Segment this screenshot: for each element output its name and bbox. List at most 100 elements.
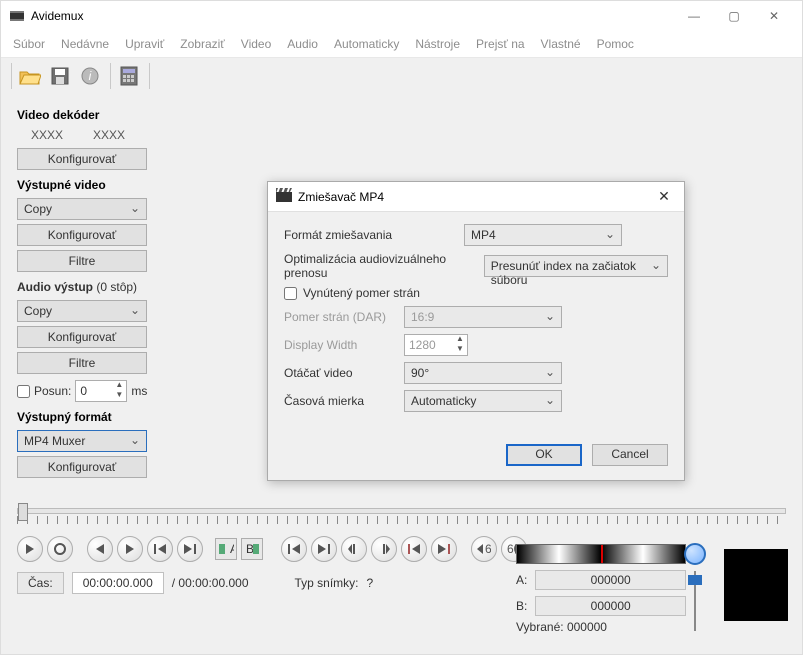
svg-text:i: i (89, 69, 92, 83)
video-configure-button[interactable]: Konfigurovať (17, 224, 147, 246)
time-value-box[interactable]: 00:00:00.000 (72, 572, 164, 594)
frametype-label: Typ snímky: (295, 576, 359, 590)
goto-marker-b-button[interactable] (431, 536, 457, 562)
display-width-stepper: 1280 ▲▼ (404, 334, 468, 356)
dar-label: Pomer strán (DAR) (284, 310, 404, 324)
prev-keyframe-button[interactable] (147, 536, 173, 562)
set-marker-a-button[interactable]: A (215, 538, 237, 560)
next-cut-button[interactable] (371, 536, 397, 562)
time-label-box: Čas: (17, 572, 64, 594)
window-maximize-button[interactable]: ▢ (714, 1, 754, 31)
jog-slider-handle[interactable] (688, 575, 702, 585)
app-icon (9, 8, 25, 24)
goto-end-button[interactable] (311, 536, 337, 562)
menu-prejstna[interactable]: Prejsť na (468, 33, 533, 55)
menu-upravit[interactable]: Upraviť (117, 33, 172, 55)
menu-video[interactable]: Video (233, 33, 279, 55)
marker-b-value: 000000 (535, 596, 686, 616)
frametype-value: ? (367, 576, 374, 590)
next-frame-button[interactable] (117, 536, 143, 562)
set-marker-b-button[interactable]: B (241, 538, 263, 560)
audio-shift-stepper[interactable]: 0 ▲▼ (75, 380, 127, 402)
goto-marker-a-button[interactable] (401, 536, 427, 562)
marker-a-value: 000000 (535, 570, 686, 590)
duration-label: / 00:00:00.000 (172, 576, 249, 590)
marker-a-label: A: (516, 573, 527, 587)
window-minimize-button[interactable]: — (674, 1, 714, 31)
audio-shift-checkbox[interactable] (17, 385, 30, 398)
audio-shift-unit: ms (131, 384, 147, 398)
muxing-format-label: Formát zmiešavania (284, 228, 464, 242)
toolbar-separator (11, 63, 12, 89)
dialog-close-button[interactable]: ✕ (652, 188, 676, 205)
audio-shift-label: Posun: (34, 384, 71, 398)
open-file-button[interactable] (16, 62, 44, 90)
audio-filters-button[interactable]: Filtre (17, 352, 147, 374)
decoder-configure-button[interactable]: Konfigurovať (17, 148, 147, 170)
prev-cut-button[interactable] (341, 536, 367, 562)
calculator-button[interactable] (115, 62, 143, 90)
selection-value: 000000 (567, 620, 607, 634)
clock-label: Časová mierka (284, 394, 404, 408)
dialog-button-row: OK Cancel (268, 430, 684, 480)
menu-pomoc[interactable]: Pomoc (589, 33, 642, 55)
goto-start-button[interactable] (281, 536, 307, 562)
menu-vlastne[interactable]: Vlastné (533, 33, 589, 55)
audio-track-count: (0 stôp) (96, 280, 137, 294)
display-width-label: Display Width (284, 338, 404, 352)
nav-gradient-bar[interactable] (516, 544, 686, 564)
output-format-select[interactable]: MP4 Muxer (17, 430, 147, 452)
back-one-min-button[interactable]: 60 (471, 536, 497, 562)
video-preview (724, 549, 788, 621)
cancel-button[interactable]: Cancel (592, 444, 668, 466)
audio-shift-value: 0 (76, 384, 112, 398)
menu-automaticky[interactable]: Automaticky (326, 33, 407, 55)
info-button[interactable]: i (76, 62, 104, 90)
video-decoder-title: Video dekóder (17, 108, 786, 122)
menu-subor[interactable]: Súbor (5, 33, 53, 55)
marker-b-label: B: (516, 599, 527, 613)
dar-select: 16:9 (404, 306, 562, 328)
force-aspect-checkbox[interactable] (284, 287, 297, 300)
toolbar-separator (149, 63, 150, 89)
video-filters-button[interactable]: Filtre (17, 250, 147, 272)
nav-marker-icon (601, 545, 603, 563)
play-button[interactable] (17, 536, 43, 562)
rotate-select[interactable]: 90° (404, 362, 562, 384)
jog-slider[interactable] (684, 571, 706, 631)
rotate-label: Otáčať video (284, 366, 404, 380)
ok-button[interactable]: OK (506, 444, 582, 466)
display-width-value: 1280 (405, 338, 453, 352)
clock-select[interactable]: Automaticky (404, 390, 562, 412)
prev-frame-button[interactable] (87, 536, 113, 562)
next-keyframe-button[interactable] (177, 536, 203, 562)
output-format-configure-button[interactable]: Konfigurovať (17, 456, 147, 478)
svg-text:60: 60 (485, 544, 491, 554)
muxing-format-select[interactable]: MP4 (464, 224, 622, 246)
menu-zobrazit[interactable]: Zobraziť (172, 33, 233, 55)
svg-text:B: B (246, 543, 254, 555)
dialog-titlebar: Zmiešavač MP4 ✕ (268, 182, 684, 212)
menu-nastroje[interactable]: Nástroje (407, 33, 468, 55)
dialog-title: Zmiešavač MP4 (298, 190, 652, 204)
optimize-label: Optimalizácia audiovizuálneho prenosu (284, 252, 478, 280)
timeline-slider[interactable] (1, 508, 802, 524)
stop-button[interactable] (47, 536, 73, 562)
video-codec-select[interactable]: Copy (17, 198, 147, 220)
optimize-select[interactable]: Presunúť index na začiatok súboru (484, 255, 668, 277)
menu-audio[interactable]: Audio (279, 33, 326, 55)
toolbar-separator (110, 63, 111, 89)
menu-nedavne[interactable]: Nedávne (53, 33, 117, 55)
titlebar: Avidemux — ▢ ✕ (1, 1, 802, 31)
dialog-body: Formát zmiešavania MP4 Optimalizácia aud… (268, 212, 684, 430)
window-close-button[interactable]: ✕ (754, 1, 794, 31)
audio-output-label: Audio výstup (17, 280, 93, 294)
slider-thumb[interactable] (18, 503, 28, 521)
jog-wheel[interactable] (684, 543, 706, 565)
audio-codec-select[interactable]: Copy (17, 300, 147, 322)
selection-label: Vybrané: (516, 620, 564, 634)
audio-configure-button[interactable]: Konfigurovať (17, 326, 147, 348)
save-button[interactable] (46, 62, 74, 90)
slider-ticks (17, 516, 786, 524)
decoder-info: XXXX XXXX (31, 128, 786, 142)
